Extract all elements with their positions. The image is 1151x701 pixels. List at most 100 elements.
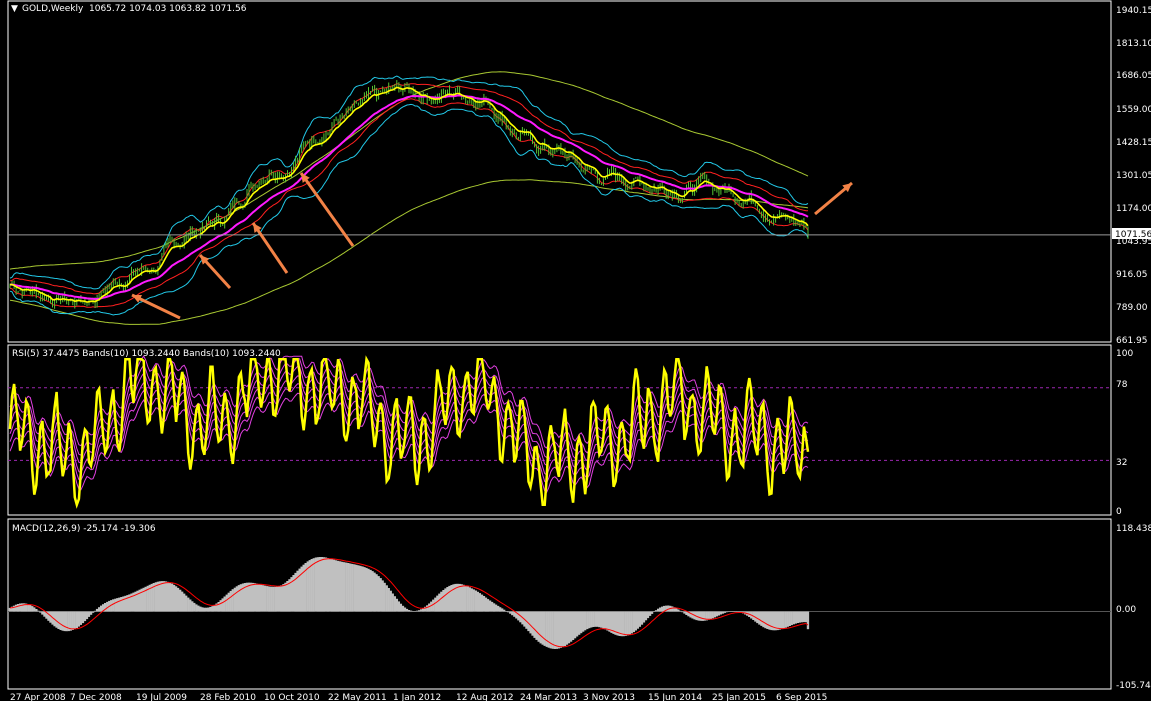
macd-histogram-bar (12, 605, 16, 612)
macd-histogram-bar (164, 581, 168, 612)
macd-histogram-bar (251, 582, 255, 612)
time-axis-label: 15 Jun 2014 (648, 693, 702, 701)
macd-histogram-bar (418, 610, 421, 612)
macd-histogram-bar (91, 611, 95, 613)
macd-histogram-bar (555, 611, 559, 649)
macd-histogram-bar (332, 559, 336, 612)
macd-histogram-bar (365, 567, 368, 612)
macd-histogram-bar (114, 598, 117, 612)
macd-histogram-bar (729, 611, 733, 612)
macd-histogram-bar (438, 593, 441, 612)
macd-histogram-bar (567, 611, 571, 644)
macd-histogram-bar (391, 593, 394, 612)
time-axis-label: 28 Feb 2010 (200, 693, 256, 701)
macd-histogram-bar (654, 610, 658, 612)
macd-histogram-bar (578, 611, 581, 635)
chart-canvas: ▼ GOLD,Weekly 1065.72 1074.03 1063.82 10… (0, 0, 1151, 701)
macd-histogram-bar (442, 590, 445, 612)
macd-histogram-bar (322, 557, 326, 612)
macd-histogram-bar (632, 611, 636, 633)
macd-histogram-bar (778, 611, 781, 630)
macd-histogram-bar (227, 592, 230, 612)
macd-histogram-bar (766, 611, 769, 629)
macd-histogram-bar (488, 600, 492, 612)
macd-histogram-bar (721, 611, 725, 614)
macd-histogram-bar (274, 586, 277, 612)
macd-histogram-bar (266, 586, 269, 612)
macd-histogram-bar (278, 586, 281, 612)
macd-histogram-bar (551, 611, 554, 649)
macd-histogram-bar (8, 607, 12, 612)
macd-histogram-bar (41, 611, 44, 615)
macd-histogram-bar (699, 611, 702, 621)
macd-histogram-bar (634, 611, 638, 631)
macd-histogram-bar (770, 611, 773, 631)
collapse-triangle-icon[interactable]: ▼ (11, 4, 18, 14)
rsi-axis-label: 100 (1116, 349, 1133, 359)
macd-histogram-bar (381, 580, 384, 612)
macd-histogram-bar (379, 578, 382, 612)
price-axis-label: 661.95 (1116, 336, 1148, 346)
macd-histogram-bar (201, 607, 204, 612)
macd-histogram-bar (444, 588, 447, 612)
macd-histogram-bar (371, 571, 374, 612)
macd-histogram-bar (330, 559, 334, 612)
macd-histogram-bar (584, 611, 587, 631)
macd-histogram-bar (788, 611, 791, 626)
macd-histogram-bar (460, 584, 463, 612)
macd-histogram-bar (727, 611, 731, 612)
macd-histogram-bar (63, 611, 66, 632)
macd-histogram-bar (535, 611, 538, 640)
macd-histogram-bar (98, 607, 101, 612)
macd-histogram-bar (314, 557, 318, 612)
macd-histogram-bar (586, 611, 589, 630)
macd-axis-label: 118.438 (1116, 524, 1151, 534)
macd-histogram-bar (563, 611, 567, 646)
macd-histogram-bar (39, 611, 42, 613)
macd-histogram-bar (782, 611, 785, 629)
macd-histogram-bar (697, 611, 700, 621)
macd-histogram-bar (681, 611, 684, 613)
time-axis-label: 22 May 2011 (328, 693, 387, 701)
macd-histogram-bar (203, 607, 206, 612)
macd-histogram-bar (458, 583, 461, 612)
macd-histogram-bar (89, 611, 93, 615)
macd-histogram-bar (93, 610, 97, 612)
macd-histogram-bar (652, 611, 656, 612)
macd-histogram-bar (764, 611, 767, 629)
macd-histogram-bar (270, 586, 273, 612)
time-axis-label: 6 Sep 2015 (776, 693, 827, 701)
macd-histogram-bar (353, 564, 356, 612)
macd-histogram-bar (565, 611, 569, 645)
macd-histogram-bar (792, 611, 796, 625)
macd-histogram-bar (166, 581, 170, 612)
macd-histogram-bar (709, 611, 712, 620)
macd-histogram-bar (602, 611, 605, 629)
macd-histogram-bar (73, 611, 76, 630)
macd-histogram-bar (426, 605, 429, 612)
macd-histogram-bar (334, 560, 338, 612)
macd-histogram-bar (357, 565, 360, 612)
macd-histogram-bar (367, 568, 370, 612)
macd-histogram-bar (55, 611, 58, 628)
macd-histogram-bar (181, 591, 184, 612)
macd-histogram-bar (229, 590, 232, 612)
macd-axis-label: -105.749 (1116, 681, 1151, 691)
macd-histogram-bar (468, 587, 471, 612)
macd-histogram-bar (511, 611, 514, 616)
macd-histogram-bar (569, 611, 573, 642)
macd-histogram-bar (387, 588, 390, 612)
macd-histogram-bar (170, 583, 174, 612)
macd-histogram-bar (211, 606, 214, 612)
macd-histogram-bar (16, 604, 20, 612)
macd-histogram-bar (492, 603, 496, 612)
macd-histogram-bar (385, 585, 388, 612)
macd-histogram-bar (409, 610, 413, 612)
macd-histogram-bar (205, 607, 208, 612)
macd-histogram-bar (731, 611, 735, 612)
symbol-title: GOLD,Weekly (22, 4, 84, 14)
macd-histogram-bar (596, 611, 599, 627)
macd-histogram-bar (351, 563, 354, 612)
macd-histogram-bar (316, 557, 320, 612)
rsi-axis-label: 32 (1116, 458, 1127, 468)
